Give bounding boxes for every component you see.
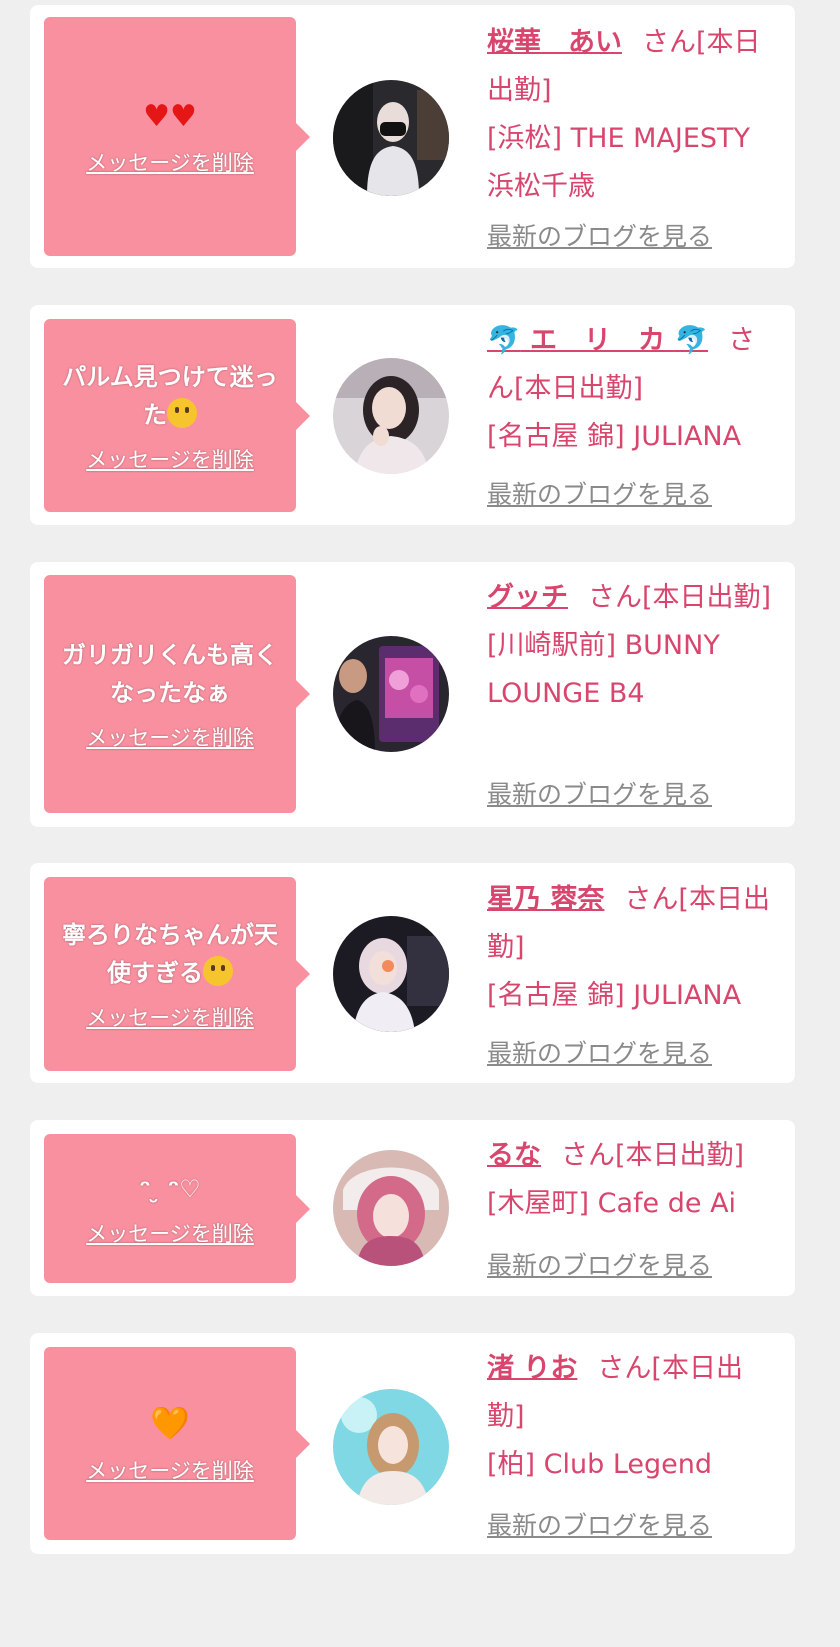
shop-name: [柏] Club Legend <box>487 1449 713 1480</box>
orange-heart-icon: 🧡 <box>150 1403 190 1442</box>
delete-message-link[interactable]: メッセージを削除 <box>86 444 254 474</box>
cast-name-link[interactable]: 渚 りお <box>487 1353 577 1384</box>
message-text: 寧ろりなちゃんが天使すぎる <box>62 921 278 987</box>
cast-info: グッチ さん[本日出勤] [川崎駅前] BUNNY LOUNGE B4 <box>487 574 777 718</box>
attendance-status: さん[本日出勤] <box>561 1140 745 1171</box>
message-bubble: 寧ろりなちゃんが天使すぎる メッセージを削除 <box>44 877 310 1071</box>
message-bubble: ガリガリくんも高くなったなぁ メッセージを削除 <box>44 575 310 813</box>
cast-name-link[interactable]: 桜華 あい <box>487 27 622 58</box>
cast-card: ♥♥ メッセージを削除 桜華 あい さん[本日出勤] [浜松] THE MAJES… <box>30 5 795 268</box>
latest-blog-link[interactable]: 最新のブログを見る <box>487 1246 712 1282</box>
delete-message-link[interactable]: メッセージを削除 <box>86 147 254 177</box>
message-text: ᵔ ̮ ᵔ♡ <box>139 1174 201 1203</box>
shop-name: [名古屋 錦] JULIANA <box>487 421 742 452</box>
message-text: 🧡 <box>150 1403 190 1445</box>
message-bubble: ♥♥ メッセージを削除 <box>44 17 310 256</box>
cast-name-link[interactable]: るな <box>487 1140 541 1171</box>
drooling-face-icon <box>167 397 197 428</box>
cast-avatar[interactable] <box>333 1389 449 1505</box>
shop-name: [浜松] THE MAJESTY 浜松千歳 <box>487 123 750 202</box>
message-text: パルム見つけて迷った <box>62 362 278 429</box>
dolphin-icon: 🐬 <box>674 325 709 356</box>
cast-avatar[interactable] <box>333 1150 449 1266</box>
cast-info: るな さん[本日出勤] [木屋町] Cafe de Ai <box>487 1132 777 1228</box>
cast-info: 渚 りお さん[本日出勤] [柏] Club Legend <box>487 1345 777 1489</box>
cast-name-link[interactable]: グッチ <box>487 582 568 613</box>
message-text: ♥♥ <box>143 97 197 137</box>
message-bubble: 🧡 メッセージを削除 <box>44 1347 310 1540</box>
shop-name: [木屋町] Cafe de Ai <box>487 1188 737 1219</box>
cast-info: 桜華 あい さん[本日出勤] [浜松] THE MAJESTY 浜松千歳 <box>487 19 777 211</box>
cast-avatar[interactable] <box>333 916 449 1032</box>
cast-info: 星乃 蓉奈 さん[本日出勤] [名古屋 錦] JULIANA <box>487 876 777 1020</box>
shop-name: [名古屋 錦] JULIANA <box>487 980 742 1011</box>
delete-message-link[interactable]: メッセージを削除 <box>86 722 254 752</box>
cast-name-link[interactable]: 🐬 エ リ カ 🐬 <box>487 325 708 356</box>
attendance-status: さん[本日出勤] <box>588 582 772 613</box>
delete-message-link[interactable]: メッセージを削除 <box>86 1218 254 1248</box>
red-hearts-icon: ♥♥ <box>143 98 197 134</box>
cast-card: パルム見つけて迷った メッセージを削除 🐬 エ リ カ 🐬 さん[本日出勤] [名… <box>30 305 795 525</box>
message-text: ガリガリくんも高くなったなぁ <box>62 641 278 707</box>
cast-card: 寧ろりなちゃんが天使すぎる メッセージを削除 星乃 蓉奈 さん[本日出勤] [名古… <box>30 863 795 1083</box>
cast-avatar[interactable] <box>333 80 449 196</box>
delete-message-link[interactable]: メッセージを削除 <box>86 1455 254 1485</box>
cast-card: 🧡 メッセージを削除 渚 りお さん[本日出勤] [柏] Club Legend … <box>30 1333 795 1554</box>
message-bubble: パルム見つけて迷った メッセージを削除 <box>44 319 310 512</box>
shop-name: [川崎駅前] BUNNY LOUNGE B4 <box>487 630 720 709</box>
latest-blog-link[interactable]: 最新のブログを見る <box>487 1506 712 1542</box>
latest-blog-link[interactable]: 最新のブログを見る <box>487 475 712 511</box>
cast-card: ガリガリくんも高くなったなぁ メッセージを削除 グッチ さん[本日出勤] [川崎駅… <box>30 562 795 827</box>
cast-info: 🐬 エ リ カ 🐬 さん[本日出勤] [名古屋 錦] JULIANA <box>487 317 777 461</box>
delete-message-link[interactable]: メッセージを削除 <box>86 1002 254 1032</box>
cast-avatar[interactable] <box>333 358 449 474</box>
cast-card: ᵔ ̮ ᵔ♡ メッセージを削除 るな さん[本日出勤] [木屋町] Cafe de… <box>30 1120 795 1296</box>
pleading-face-icon <box>203 956 233 986</box>
cast-avatar[interactable] <box>333 636 449 752</box>
cast-name-link[interactable]: 星乃 蓉奈 <box>487 884 604 915</box>
latest-blog-link[interactable]: 最新のブログを見る <box>487 1034 712 1070</box>
latest-blog-link[interactable]: 最新のブログを見る <box>487 217 712 253</box>
message-bubble: ᵔ ̮ ᵔ♡ メッセージを削除 <box>44 1134 310 1283</box>
dolphin-icon: 🐬 <box>487 325 521 356</box>
latest-blog-link[interactable]: 最新のブログを見る <box>487 775 712 811</box>
